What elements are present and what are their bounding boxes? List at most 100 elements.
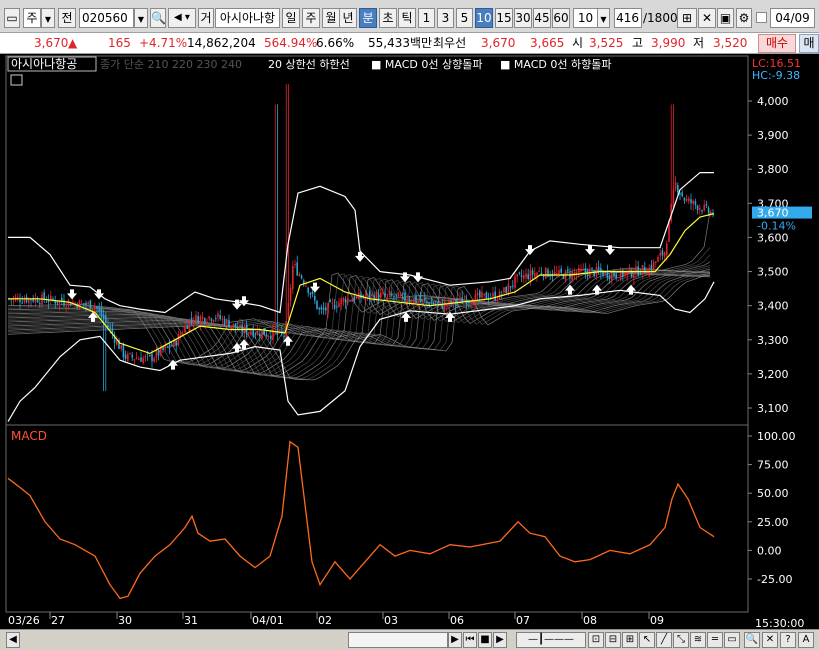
- interval-15[interactable]: 15: [495, 8, 513, 28]
- candle-body: [512, 285, 514, 287]
- zoom-in-icon[interactable]: ⊞: [622, 632, 638, 648]
- pointer-icon[interactable]: ↖: [639, 632, 655, 648]
- table-icon[interactable]: [10, 74, 23, 86]
- candle-body: [611, 273, 613, 281]
- legend-bb: 20 상한선 하한선: [268, 57, 350, 71]
- scroll-thumb[interactable]: [348, 632, 448, 648]
- speaker-icon[interactable]: ◀ ▾: [168, 8, 196, 28]
- candle-body: [349, 300, 351, 302]
- save-icon[interactable]: ▣: [717, 8, 734, 28]
- candle-body: [553, 271, 556, 275]
- candle-body: [188, 319, 191, 332]
- line-tool-icon[interactable]: ╱: [656, 632, 672, 648]
- interval-60[interactable]: 60: [552, 8, 570, 28]
- scroll-left-icon[interactable]: ◀: [6, 632, 20, 648]
- candle-body: [124, 354, 127, 359]
- period-minute[interactable]: 분: [359, 8, 377, 28]
- change-percent: +4.71%: [139, 36, 188, 50]
- candle-body: [558, 270, 560, 274]
- zoom-slider[interactable]: —┃———: [516, 632, 586, 648]
- candle-body: [415, 295, 417, 303]
- candle-body: [331, 302, 334, 304]
- search-icon[interactable]: 🔍: [150, 8, 166, 28]
- market-select[interactable]: 주: [23, 8, 41, 28]
- candle-body: [448, 299, 450, 303]
- name-button[interactable]: 거: [198, 8, 214, 28]
- interval-10[interactable]: 10: [475, 8, 493, 28]
- candle-body: [597, 266, 600, 271]
- price-tick-label: 4,000: [757, 95, 789, 108]
- zoom-out-icon[interactable]: ⊟: [605, 632, 621, 648]
- candle-body: [492, 293, 494, 297]
- text-tool-icon[interactable]: A: [798, 632, 814, 648]
- grid-settings-icon[interactable]: ⊞: [677, 8, 697, 28]
- date-input[interactable]: 04/09: [770, 8, 815, 28]
- mode-button[interactable]: 전: [58, 8, 76, 28]
- interval-select[interactable]: 10: [573, 8, 598, 28]
- interval-5[interactable]: 5: [456, 8, 473, 28]
- market-dropdown-icon[interactable]: [41, 8, 55, 28]
- crosshair-icon[interactable]: ✕: [698, 8, 716, 28]
- candle-body: [289, 287, 292, 302]
- candle-body: [294, 264, 296, 266]
- period-month[interactable]: 월: [322, 8, 340, 28]
- chart-panel[interactable]: 아시아나항공 종가 단순 210 220 230 240 20 상한선 하한선 …: [0, 54, 819, 630]
- candle-body: [652, 261, 655, 271]
- layout-icon[interactable]: ▭: [4, 8, 20, 28]
- zoom-magnifier-icon[interactable]: 🔍: [744, 632, 760, 648]
- interval-45[interactable]: 45: [533, 8, 551, 28]
- candle-body: [340, 298, 342, 305]
- period-second[interactable]: 초: [379, 8, 397, 28]
- interval-30[interactable]: 30: [514, 8, 532, 28]
- sell-button[interactable]: 매: [799, 34, 819, 53]
- period-year[interactable]: 년: [339, 8, 357, 28]
- date-checkbox[interactable]: [756, 12, 767, 23]
- play-icon[interactable]: ▶: [493, 632, 507, 648]
- first-icon[interactable]: ⏮: [463, 632, 477, 648]
- candle-body: [94, 306, 96, 310]
- candle-body: [701, 210, 703, 212]
- candle-body: [562, 275, 565, 279]
- count-total: /1800: [643, 11, 678, 25]
- code-input[interactable]: 020560: [79, 8, 134, 28]
- candle-body: [410, 301, 413, 303]
- period-day[interactable]: 일: [282, 8, 300, 28]
- candle-body: [388, 292, 391, 295]
- erase-icon[interactable]: ✕: [762, 632, 778, 648]
- hline-tool-icon[interactable]: ═: [707, 632, 723, 648]
- chart-svg[interactable]: 아시아나항공 종가 단순 210 220 230 240 20 상한선 하한선 …: [0, 54, 819, 630]
- box-tool-icon[interactable]: ▭: [724, 632, 740, 648]
- candle-body: [582, 269, 584, 271]
- zoom-fit-icon[interactable]: ⊡: [588, 632, 604, 648]
- stop-icon[interactable]: ■: [478, 632, 492, 648]
- down-arrow-icon: [413, 272, 423, 283]
- macd-pane: [7, 440, 715, 600]
- help-icon[interactable]: ?: [780, 632, 796, 648]
- interval-dropdown-icon[interactable]: [597, 8, 610, 28]
- candle-body: [342, 297, 345, 302]
- count-input[interactable]: 416: [614, 8, 642, 28]
- candle-body: [589, 269, 591, 279]
- trend-tool-icon[interactable]: ⤡: [673, 632, 689, 648]
- candle-body: [292, 265, 294, 290]
- candle-body: [681, 192, 683, 197]
- candle-body: [175, 340, 177, 346]
- candle-body: [287, 302, 290, 319]
- buy-button[interactable]: 매수: [758, 34, 796, 53]
- interval-3[interactable]: 3: [437, 8, 454, 28]
- scroll-right-icon[interactable]: ▶: [448, 632, 462, 648]
- interval-1[interactable]: 1: [418, 8, 435, 28]
- period-week[interactable]: 주: [302, 8, 320, 28]
- macd-tick-label: -25.00: [757, 573, 792, 586]
- candle-body: [485, 292, 488, 300]
- candle-body: [296, 262, 298, 276]
- candle-body: [646, 273, 648, 275]
- candle-body: [36, 299, 39, 303]
- candle-body: [518, 272, 521, 274]
- code-dropdown-icon[interactable]: [134, 8, 148, 28]
- candle-body: [483, 293, 485, 296]
- fib-tool-icon[interactable]: ≋: [690, 632, 706, 648]
- gear-icon[interactable]: ⚙: [736, 8, 752, 28]
- period-tick[interactable]: 틱: [398, 8, 416, 28]
- candle-body: [417, 300, 419, 302]
